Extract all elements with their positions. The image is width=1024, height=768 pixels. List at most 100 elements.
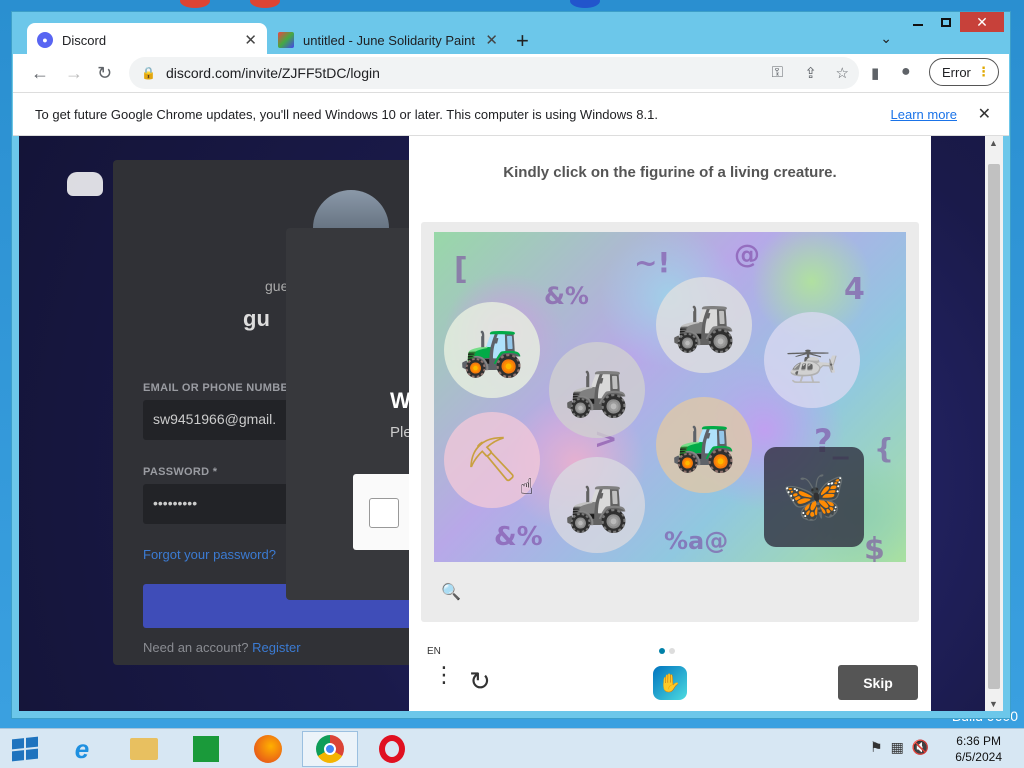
scroll-up-icon[interactable]: ▲ bbox=[989, 138, 998, 148]
language-selector[interactable]: EN bbox=[427, 646, 441, 657]
taskbar: e ⚑ ▦ 🔇 6:36 PM 6/5/2024 bbox=[0, 728, 1024, 768]
network-icon[interactable]: ▦ bbox=[891, 739, 904, 756]
tab-close-icon[interactable]: ✕ bbox=[244, 31, 257, 49]
discord-logo-icon bbox=[67, 172, 103, 196]
share-icon[interactable]: ⇪ bbox=[804, 64, 817, 82]
windows-logo-pane bbox=[12, 750, 24, 762]
desktop-icon-fragment bbox=[570, 0, 600, 8]
noise-glyph: { bbox=[874, 432, 894, 465]
windows-logo-pane bbox=[26, 748, 38, 760]
profile-avatar-icon[interactable]: ● bbox=[901, 63, 911, 81]
tile-helicopter[interactable]: 🚁 bbox=[764, 312, 860, 408]
chrome-icon[interactable] bbox=[302, 731, 358, 767]
challenge-area: [ &% ~! @ 4 > ?_ &% %a@ $ { 🚜 🚜 🚜 🚁 ⛏ 🚜 … bbox=[421, 222, 919, 622]
refresh-challenge-icon[interactable]: ↻ bbox=[469, 666, 491, 697]
hcaptcha-checkbox[interactable] bbox=[369, 498, 399, 528]
page-viewport: gues gu EMAIL OR PHONE NUMBER sw9451966@… bbox=[19, 136, 992, 711]
email-label: EMAIL OR PHONE NUMBER bbox=[143, 382, 297, 394]
tab-title: Discord bbox=[62, 32, 107, 48]
tractor-icon: 🚜 bbox=[671, 296, 737, 354]
skip-button[interactable]: Skip bbox=[838, 665, 918, 700]
system-tray: ⚑ ▦ 🔇 bbox=[870, 739, 929, 756]
update-infobar: To get future Google Chrome updates, you… bbox=[13, 92, 1009, 136]
tab-close-icon[interactable]: ✕ bbox=[485, 31, 498, 49]
tab-strip: ● Discord ✕ untitled - June Solidarity P… bbox=[12, 19, 1010, 57]
bookmark-star-icon[interactable]: ☆ bbox=[836, 64, 849, 82]
flag-icon[interactable]: ⚑ bbox=[870, 739, 883, 756]
windows-logo-pane bbox=[12, 738, 24, 750]
opera-icon[interactable] bbox=[364, 731, 420, 767]
desktop-icon-fragment bbox=[180, 0, 210, 8]
clock-date: 6/5/2024 bbox=[955, 750, 1002, 764]
hcaptcha-challenge: Kindly click on the figurine of a living… bbox=[409, 136, 931, 711]
windows-logo-pane bbox=[26, 736, 38, 748]
infobar-message: To get future Google Chrome updates, you… bbox=[35, 106, 658, 122]
paint-icon bbox=[278, 32, 294, 48]
tile-butterfly[interactable]: 🦋 bbox=[764, 447, 864, 547]
tractor-icon: 🚜 bbox=[671, 416, 737, 474]
hcaptcha-logo-icon[interactable]: ✋ bbox=[653, 666, 687, 700]
helicopter-icon: 🚁 bbox=[784, 335, 840, 384]
tab-paint[interactable]: untitled - June Solidarity Paint ✕ bbox=[268, 23, 508, 57]
noise-glyph: 4 bbox=[844, 272, 865, 307]
tile-tractor[interactable]: 🚜 bbox=[444, 302, 540, 398]
noise-glyph: &% bbox=[544, 282, 589, 310]
search-icon[interactable]: 🔍 bbox=[441, 582, 461, 602]
back-arrow-icon[interactable]: ← bbox=[31, 63, 49, 84]
browser-toolbar: ← → ↻ 🔒 discord.com/invite/ZJFF5tDC/logi… bbox=[13, 54, 1009, 92]
start-button[interactable] bbox=[12, 736, 38, 762]
wheelbarrow-icon: ⛏ bbox=[464, 435, 520, 484]
noise-glyph: @ bbox=[734, 240, 760, 270]
noise-glyph: %a@ bbox=[664, 527, 729, 555]
side-panel-icon[interactable]: ▮ bbox=[871, 64, 879, 82]
error-label: Error bbox=[942, 64, 971, 80]
forward-arrow-icon[interactable]: → bbox=[65, 63, 83, 84]
challenge-prompt: Kindly click on the figurine of a living… bbox=[503, 164, 837, 181]
challenge-image[interactable]: [ &% ~! @ 4 > ?_ &% %a@ $ { 🚜 🚜 🚜 🚁 ⛏ 🚜 … bbox=[434, 232, 906, 562]
key-icon[interactable]: ⚿ bbox=[772, 64, 783, 81]
password-label: PASSWORD * bbox=[143, 466, 218, 478]
discord-icon: ● bbox=[37, 32, 53, 48]
browser-window: ✕ ● Discord ✕ untitled - June Solidarity… bbox=[11, 11, 1011, 719]
kebab-menu-icon[interactable]: ⋮ bbox=[977, 64, 990, 80]
clock-time: 6:36 PM bbox=[956, 734, 1001, 748]
register-link[interactable]: Register bbox=[252, 640, 300, 655]
scroll-thumb[interactable] bbox=[988, 164, 1000, 689]
tile-tractor[interactable]: 🚜 bbox=[549, 457, 645, 553]
tile-tractor[interactable]: 🚜 bbox=[549, 342, 645, 438]
page-scrollbar[interactable]: ▲ ▼ bbox=[985, 136, 1003, 711]
hand-cursor-icon: ☝ bbox=[520, 474, 534, 499]
url-text[interactable]: discord.com/invite/ZJFF5tDC/login bbox=[166, 65, 380, 81]
page-dot-active bbox=[659, 648, 665, 654]
firefox-icon[interactable] bbox=[240, 731, 296, 767]
reload-icon[interactable]: ↻ bbox=[97, 63, 112, 84]
profile-error-chip[interactable]: Error ⋮ bbox=[929, 58, 999, 86]
guild-name: gu bbox=[243, 306, 270, 331]
tab-search-chevron-icon[interactable]: ⌄ bbox=[880, 30, 892, 47]
forgot-password-link[interactable]: Forgot your password? bbox=[143, 547, 276, 562]
need-account-label: Need an account? bbox=[143, 640, 249, 655]
tab-title: untitled - June Solidarity Paint bbox=[303, 32, 475, 48]
tile-tractor[interactable]: 🚜 bbox=[656, 277, 752, 373]
volume-muted-icon[interactable]: 🔇 bbox=[912, 739, 929, 756]
captcha-menu-icon[interactable]: ⋮ bbox=[433, 664, 455, 686]
new-tab-button[interactable]: + bbox=[516, 28, 529, 54]
tile-tractor[interactable]: 🚜 bbox=[656, 397, 752, 493]
scroll-down-icon[interactable]: ▼ bbox=[989, 699, 998, 709]
modal-title: W bbox=[390, 388, 411, 413]
tractor-icon: 🚜 bbox=[564, 476, 630, 534]
noise-glyph: ~! bbox=[634, 246, 671, 279]
tab-discord[interactable]: ● Discord ✕ bbox=[27, 23, 267, 57]
tractor-icon: 🚜 bbox=[459, 321, 525, 379]
noise-glyph: [ bbox=[454, 252, 468, 287]
butterfly-icon: 🦋 bbox=[781, 468, 847, 526]
noise-glyph: &% bbox=[494, 522, 543, 552]
file-explorer-icon[interactable] bbox=[116, 731, 172, 767]
clock[interactable]: 6:36 PM 6/5/2024 bbox=[955, 733, 1002, 765]
store-icon[interactable] bbox=[178, 731, 234, 767]
infobar-close-icon[interactable]: ✕ bbox=[978, 104, 991, 124]
address-bar[interactable]: 🔒 discord.com/invite/ZJFF5tDC/login ⚿ ⇪ … bbox=[129, 57, 859, 89]
learn-more-link[interactable]: Learn more bbox=[891, 107, 957, 122]
internet-explorer-icon[interactable]: e bbox=[54, 731, 110, 767]
tractor-icon: 🚜 bbox=[564, 361, 630, 419]
